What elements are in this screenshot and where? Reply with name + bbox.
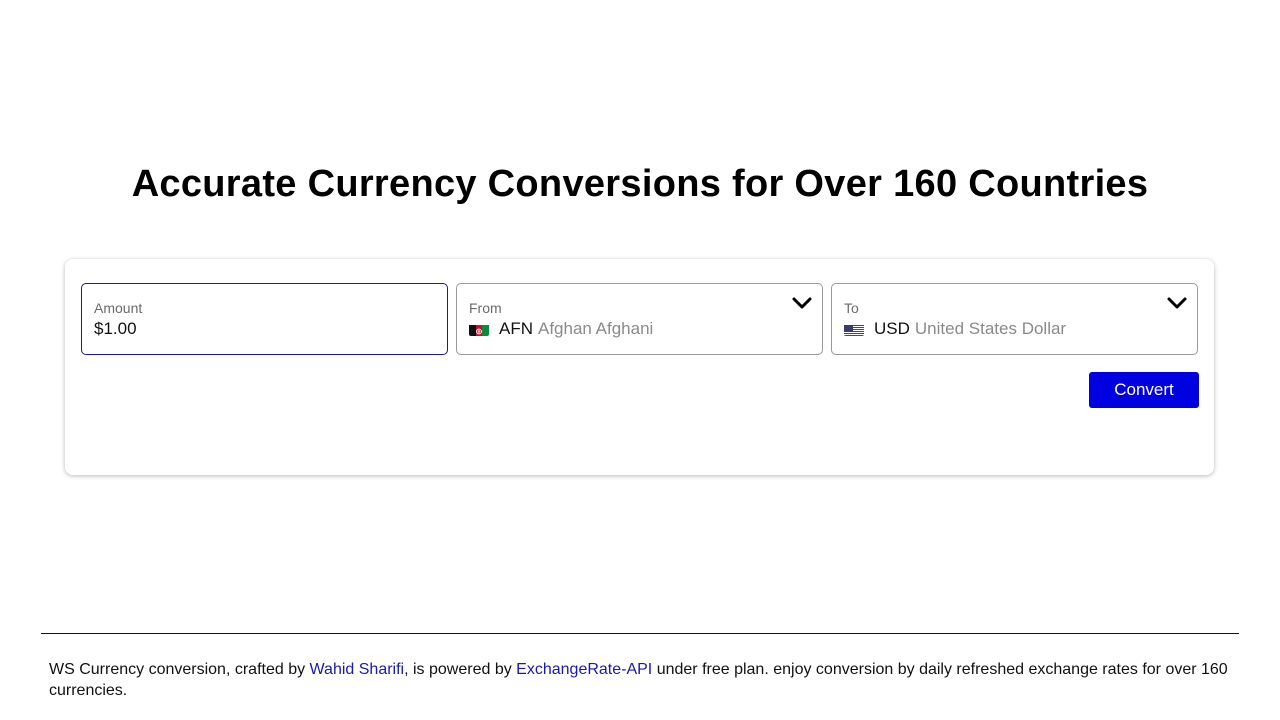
to-label: To <box>844 300 859 316</box>
footer-divider <box>41 633 1239 634</box>
convert-button[interactable]: Convert <box>1089 372 1199 408</box>
footer-text-part: WS Currency conversion, crafted by <box>49 661 310 678</box>
amount-input[interactable] <box>94 319 414 339</box>
chevron-down-icon[interactable] <box>791 294 813 312</box>
amount-field[interactable]: Amount <box>81 283 448 355</box>
united-states-flag-icon <box>844 323 864 336</box>
author-link[interactable]: Wahid Sharifi <box>310 661 405 678</box>
page: Accurate Currency Conversions for Over 1… <box>0 0 1280 720</box>
amount-label: Amount <box>94 300 143 316</box>
chevron-down-icon[interactable] <box>1166 294 1188 312</box>
from-currency-code: AFN <box>499 319 533 338</box>
to-value: USD United States Dollar <box>844 319 1066 339</box>
from-currency-select[interactable]: From AFN Afghan Afghani <box>456 283 823 355</box>
converter-card: Amount From AFN Afghan Afgh <box>65 259 1214 475</box>
amount-value-wrap <box>94 319 414 339</box>
afghanistan-flag-icon <box>469 323 489 336</box>
from-label: From <box>469 300 502 316</box>
footer-text: WS Currency conversion, crafted by Wahid… <box>49 659 1234 701</box>
to-currency-select[interactable]: To USD United States Dollar <box>831 283 1198 355</box>
from-currency-name: Afghan Afghani <box>538 319 654 338</box>
page-title: Accurate Currency Conversions for Over 1… <box>131 163 1149 205</box>
to-currency-code: USD <box>874 319 910 338</box>
footer-text-part: , is powered by <box>404 661 517 678</box>
to-currency-name: United States Dollar <box>914 319 1067 338</box>
exchangerate-api-link[interactable]: ExchangeRate-API <box>516 661 652 678</box>
from-value: AFN Afghan Afghani <box>469 319 653 339</box>
